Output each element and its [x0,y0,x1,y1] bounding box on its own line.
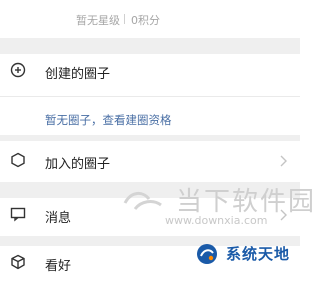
menu-item-created-circles[interactable]: 创建的圈子 [0,54,300,90]
watermark-badge-text: 系统天地 [226,245,291,263]
watermark-url: www.downxia.com [165,214,268,227]
profile-stats-bar: 暂无星级 0积分 [0,0,300,38]
menu-item-label: 加入的圈子 [45,157,111,172]
star-level-text: 暂无星级 [76,14,120,27]
watermark-logo-icon [123,192,162,210]
stats-divider [124,14,125,24]
hexagon-icon [11,152,25,168]
menu-item-label: 看好 [45,259,72,274]
create-circle-hint-link[interactable]: 暂无圈子，查看建圈资格 [45,112,172,128]
section-gap [0,135,300,141]
section-gap [0,38,300,54]
cube-icon [11,254,25,270]
chevron-right-icon [280,155,287,167]
watermark-title: 当下软件园 [176,187,317,217]
menu-item-joined-circles[interactable]: 加入的圈子 [0,144,300,180]
add-circle-icon [10,62,26,78]
menu-item-label: 创建的圈子 [45,67,111,82]
message-icon [10,207,26,222]
points-text: 0积分 [131,14,160,27]
watermark-badge-icon [197,244,217,264]
menu-item-label: 消息 [45,211,72,226]
divider [0,96,300,97]
